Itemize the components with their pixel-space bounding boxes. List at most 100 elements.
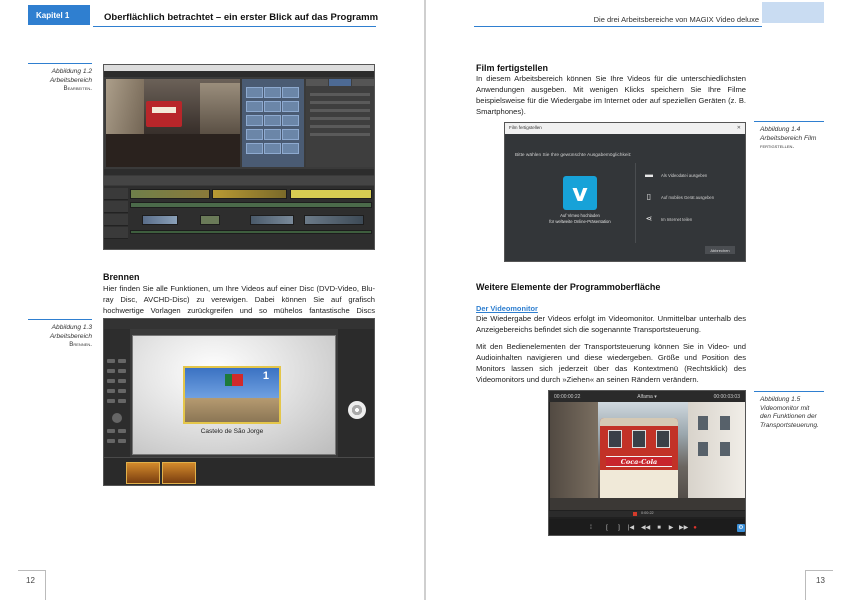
slider-row bbox=[310, 93, 370, 96]
chapter-thumb bbox=[162, 462, 196, 484]
slider-row bbox=[310, 117, 370, 120]
videomonitor-screenshot: 00:00:00:22 Alfama ▾ 00:00:03:03 Coca-Co… bbox=[548, 390, 746, 536]
remote-button bbox=[107, 429, 115, 433]
caption-line: Bearbeiten. bbox=[63, 85, 92, 92]
menu-bar bbox=[104, 71, 374, 77]
disc-menu-preview: 1 Castelo de São Jorge bbox=[132, 335, 336, 455]
header-rule bbox=[474, 26, 762, 27]
video-clip bbox=[250, 215, 294, 225]
remote-button bbox=[107, 359, 115, 363]
panel-tab bbox=[306, 79, 328, 86]
remote-button bbox=[107, 369, 115, 373]
page-number-left: 12 bbox=[26, 576, 35, 585]
caption-line: den Funktionen der bbox=[760, 413, 817, 420]
remote-button bbox=[118, 389, 126, 393]
remote-button bbox=[118, 359, 126, 363]
cancel-button: Abbrechen bbox=[705, 246, 735, 254]
caption-line: Arbeitsbereich Film bbox=[760, 134, 817, 142]
running-header-left: Oberflächlich betrachtet – ein erster Bl… bbox=[104, 12, 379, 23]
left-page: Kapitel 1 Oberflächlich betrachtet – ein… bbox=[0, 0, 424, 600]
page-corner bbox=[805, 570, 833, 600]
header-tab bbox=[762, 2, 824, 23]
panel-tab bbox=[329, 79, 351, 86]
option-video-file: ▬ Als Videodatei ausgeben bbox=[645, 171, 707, 179]
timeline bbox=[104, 186, 374, 249]
tram-advert: Coca-Cola bbox=[606, 456, 672, 467]
effect-tile bbox=[246, 101, 263, 112]
stop-icon: ■ bbox=[657, 525, 661, 531]
video-clip bbox=[304, 215, 364, 225]
remote-control-panel bbox=[104, 329, 130, 457]
in-point-icon: [ bbox=[606, 525, 608, 531]
caption-label: Abbildung 1.5 bbox=[760, 396, 801, 403]
vimeo-icon: v bbox=[563, 176, 597, 210]
slider-row bbox=[310, 133, 370, 136]
play-icon: ▶ bbox=[668, 525, 674, 531]
effect-tile bbox=[282, 129, 299, 140]
tram-image: Coca-Cola bbox=[600, 418, 678, 502]
remote-button bbox=[107, 389, 115, 393]
track-header bbox=[104, 227, 128, 239]
castle-image: 1 bbox=[185, 368, 279, 422]
option-label: Als Videodatei ausgeben bbox=[661, 172, 708, 178]
chapter-thumb bbox=[126, 462, 160, 484]
caption-rule bbox=[28, 319, 92, 320]
option-share: ⋖ Im Internet teilen bbox=[645, 214, 693, 223]
audio-clip bbox=[130, 202, 372, 208]
chapter-strip bbox=[104, 457, 374, 485]
transport-bar bbox=[104, 169, 374, 175]
playhead-marker bbox=[633, 512, 637, 516]
remote-button bbox=[118, 369, 126, 373]
caption-label: Abbildung 1.2 bbox=[51, 68, 92, 75]
caption-label: Abbildung 1.3 bbox=[51, 324, 92, 331]
rewind-icon: ◀◀ bbox=[641, 525, 651, 531]
settings-icon: ⚙ bbox=[737, 524, 745, 532]
export-screenshot: Film fertigstellen ✕ Bitte wählen Sie Ih… bbox=[504, 122, 746, 262]
folder-icon: ▬ bbox=[645, 170, 653, 179]
effect-tile bbox=[282, 143, 299, 154]
track-header bbox=[104, 188, 128, 200]
transport-paragraph: Mit den Bedienelementen der Transportste… bbox=[476, 342, 746, 385]
figure-caption-1-2: Abbildung 1.2 Arbeitsbereich Bearbeiten. bbox=[20, 68, 92, 94]
position-bar: 0:00:22 bbox=[549, 511, 745, 517]
building-right bbox=[688, 402, 745, 510]
skip-back-icon: |◀ bbox=[627, 525, 635, 531]
option-label: Auf mobiles Gerät ausgeben bbox=[661, 194, 715, 200]
dialog-title: Film fertigstellen bbox=[509, 125, 542, 130]
effect-tile bbox=[282, 87, 299, 98]
share-icon: ⋖ bbox=[645, 214, 653, 223]
building-left bbox=[550, 402, 598, 510]
film-paragraph: In diesem Arbeitsbereich können Sie Ihre… bbox=[476, 74, 746, 117]
tram-window-right bbox=[200, 83, 240, 135]
running-header-right: Die drei Arbeitsbereiche von MAGIX Video… bbox=[593, 15, 759, 24]
settings-panel bbox=[306, 79, 374, 167]
caption-line: Brennen. bbox=[69, 341, 92, 348]
slider-row bbox=[310, 125, 370, 128]
caption-line: fertigstellen. bbox=[760, 143, 795, 150]
video-clip bbox=[142, 215, 178, 225]
playhead-time: 0:00:22 bbox=[641, 511, 654, 515]
effect-tile bbox=[246, 87, 263, 98]
remote-button bbox=[118, 399, 126, 403]
burn-screenshot: 1 Castelo de São Jorge bbox=[103, 318, 375, 486]
remote-button bbox=[118, 439, 126, 443]
remote-button bbox=[107, 379, 115, 383]
tram-dashboard bbox=[106, 134, 240, 167]
video-clip bbox=[212, 189, 287, 199]
option-mobile-device: ▯ Auf mobiles Gerät ausgeben bbox=[645, 193, 714, 201]
caption-rule bbox=[754, 391, 824, 392]
caption-line: Transportsteuerung. bbox=[760, 421, 819, 429]
marker-icon: ⁞ bbox=[590, 525, 592, 531]
track-header bbox=[104, 214, 128, 226]
header-rule bbox=[93, 26, 376, 27]
phone-icon: ▯ bbox=[646, 192, 652, 201]
effect-tile bbox=[264, 129, 281, 140]
effect-tile bbox=[246, 115, 263, 126]
timeline-toolbar bbox=[104, 176, 374, 185]
burn-panel bbox=[338, 329, 374, 457]
caption-line: Arbeitsbereich bbox=[49, 76, 92, 84]
dialog-prompt: Bitte wählen Sie Ihre gewünschte Ausgabe… bbox=[515, 153, 632, 158]
tram-window-left bbox=[106, 79, 144, 139]
page-number-right: 13 bbox=[816, 576, 825, 585]
video-preview bbox=[106, 79, 240, 167]
